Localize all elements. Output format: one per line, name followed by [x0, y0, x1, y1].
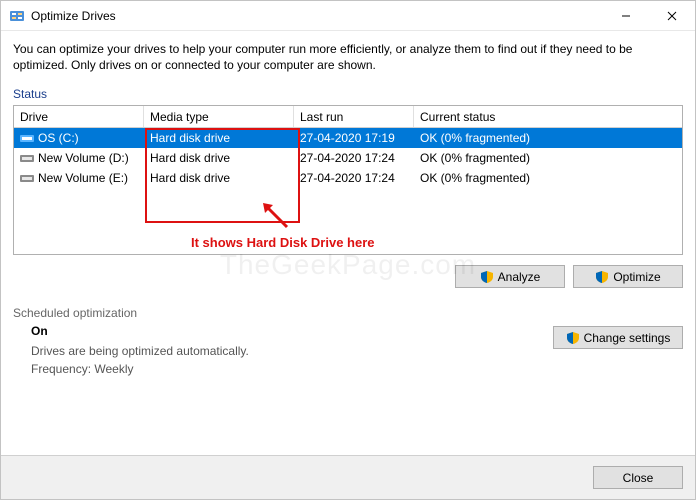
drives-status-panel: Drive Media type Last run Current status… — [13, 105, 683, 255]
window-title: Optimize Drives — [31, 9, 116, 23]
defrag-app-icon — [9, 8, 25, 24]
close-button[interactable] — [649, 1, 695, 31]
drive-label: OS (C:) — [38, 131, 79, 145]
optimize-button[interactable]: Optimize — [573, 265, 683, 288]
drives-table-body: OS (C:)Hard disk drive27-04-2020 17:19OK… — [14, 128, 682, 188]
change-settings-label: Change settings — [584, 331, 671, 345]
analyze-label: Analyze — [498, 270, 541, 284]
drive-label: New Volume (E:) — [38, 171, 128, 185]
shield-icon — [595, 270, 609, 284]
cell-media-type: Hard disk drive — [144, 151, 294, 165]
cell-status: OK (0% fragmented) — [414, 151, 682, 165]
col-current-status[interactable]: Current status — [414, 106, 682, 127]
col-last-run[interactable]: Last run — [294, 106, 414, 127]
cell-drive: New Volume (E:) — [14, 171, 144, 185]
col-drive[interactable]: Drive — [14, 106, 144, 127]
cell-media-type: Hard disk drive — [144, 171, 294, 185]
schedule-freq: Frequency: Weekly — [31, 362, 553, 376]
drives-table-header: Drive Media type Last run Current status — [14, 106, 682, 128]
table-row[interactable]: New Volume (E:) Hard disk drive27-04-2020… — [14, 168, 682, 188]
drive-icon — [20, 173, 34, 184]
cell-last-run: 27-04-2020 17:19 — [294, 131, 414, 145]
cell-last-run: 27-04-2020 17:24 — [294, 151, 414, 165]
shield-icon — [566, 331, 580, 345]
cell-drive: New Volume (D:) — [14, 151, 144, 165]
table-row[interactable]: OS (C:) Hard disk drive27-04-2020 17:19OK… — [14, 128, 682, 148]
cell-status: OK (0% fragmented) — [414, 171, 682, 185]
scheduled-optimization-label: Scheduled optimization — [13, 306, 553, 320]
drive-icon — [20, 153, 34, 164]
analyze-button[interactable]: Analyze — [455, 265, 565, 288]
bottom-bar: Close — [1, 455, 695, 499]
schedule-state: On — [31, 324, 553, 338]
minimize-button[interactable] — [603, 1, 649, 31]
change-settings-button[interactable]: Change settings — [553, 326, 683, 349]
cell-drive: OS (C:) — [14, 131, 144, 145]
titlebar: Optimize Drives — [1, 1, 695, 31]
shield-icon — [480, 270, 494, 284]
status-label: Status — [13, 87, 683, 101]
intro-text: You can optimize your drives to help you… — [13, 41, 683, 73]
close-dialog-button[interactable]: Close — [593, 466, 683, 489]
close-label: Close — [623, 471, 654, 485]
schedule-desc: Drives are being optimized automatically… — [31, 344, 553, 358]
cell-status: OK (0% fragmented) — [414, 131, 682, 145]
cell-last-run: 27-04-2020 17:24 — [294, 171, 414, 185]
table-row[interactable]: New Volume (D:) Hard disk drive27-04-2020… — [14, 148, 682, 168]
drive-icon — [20, 133, 34, 144]
optimize-label: Optimize — [613, 270, 660, 284]
drive-label: New Volume (D:) — [38, 151, 129, 165]
col-media-type[interactable]: Media type — [144, 106, 294, 127]
cell-media-type: Hard disk drive — [144, 131, 294, 145]
